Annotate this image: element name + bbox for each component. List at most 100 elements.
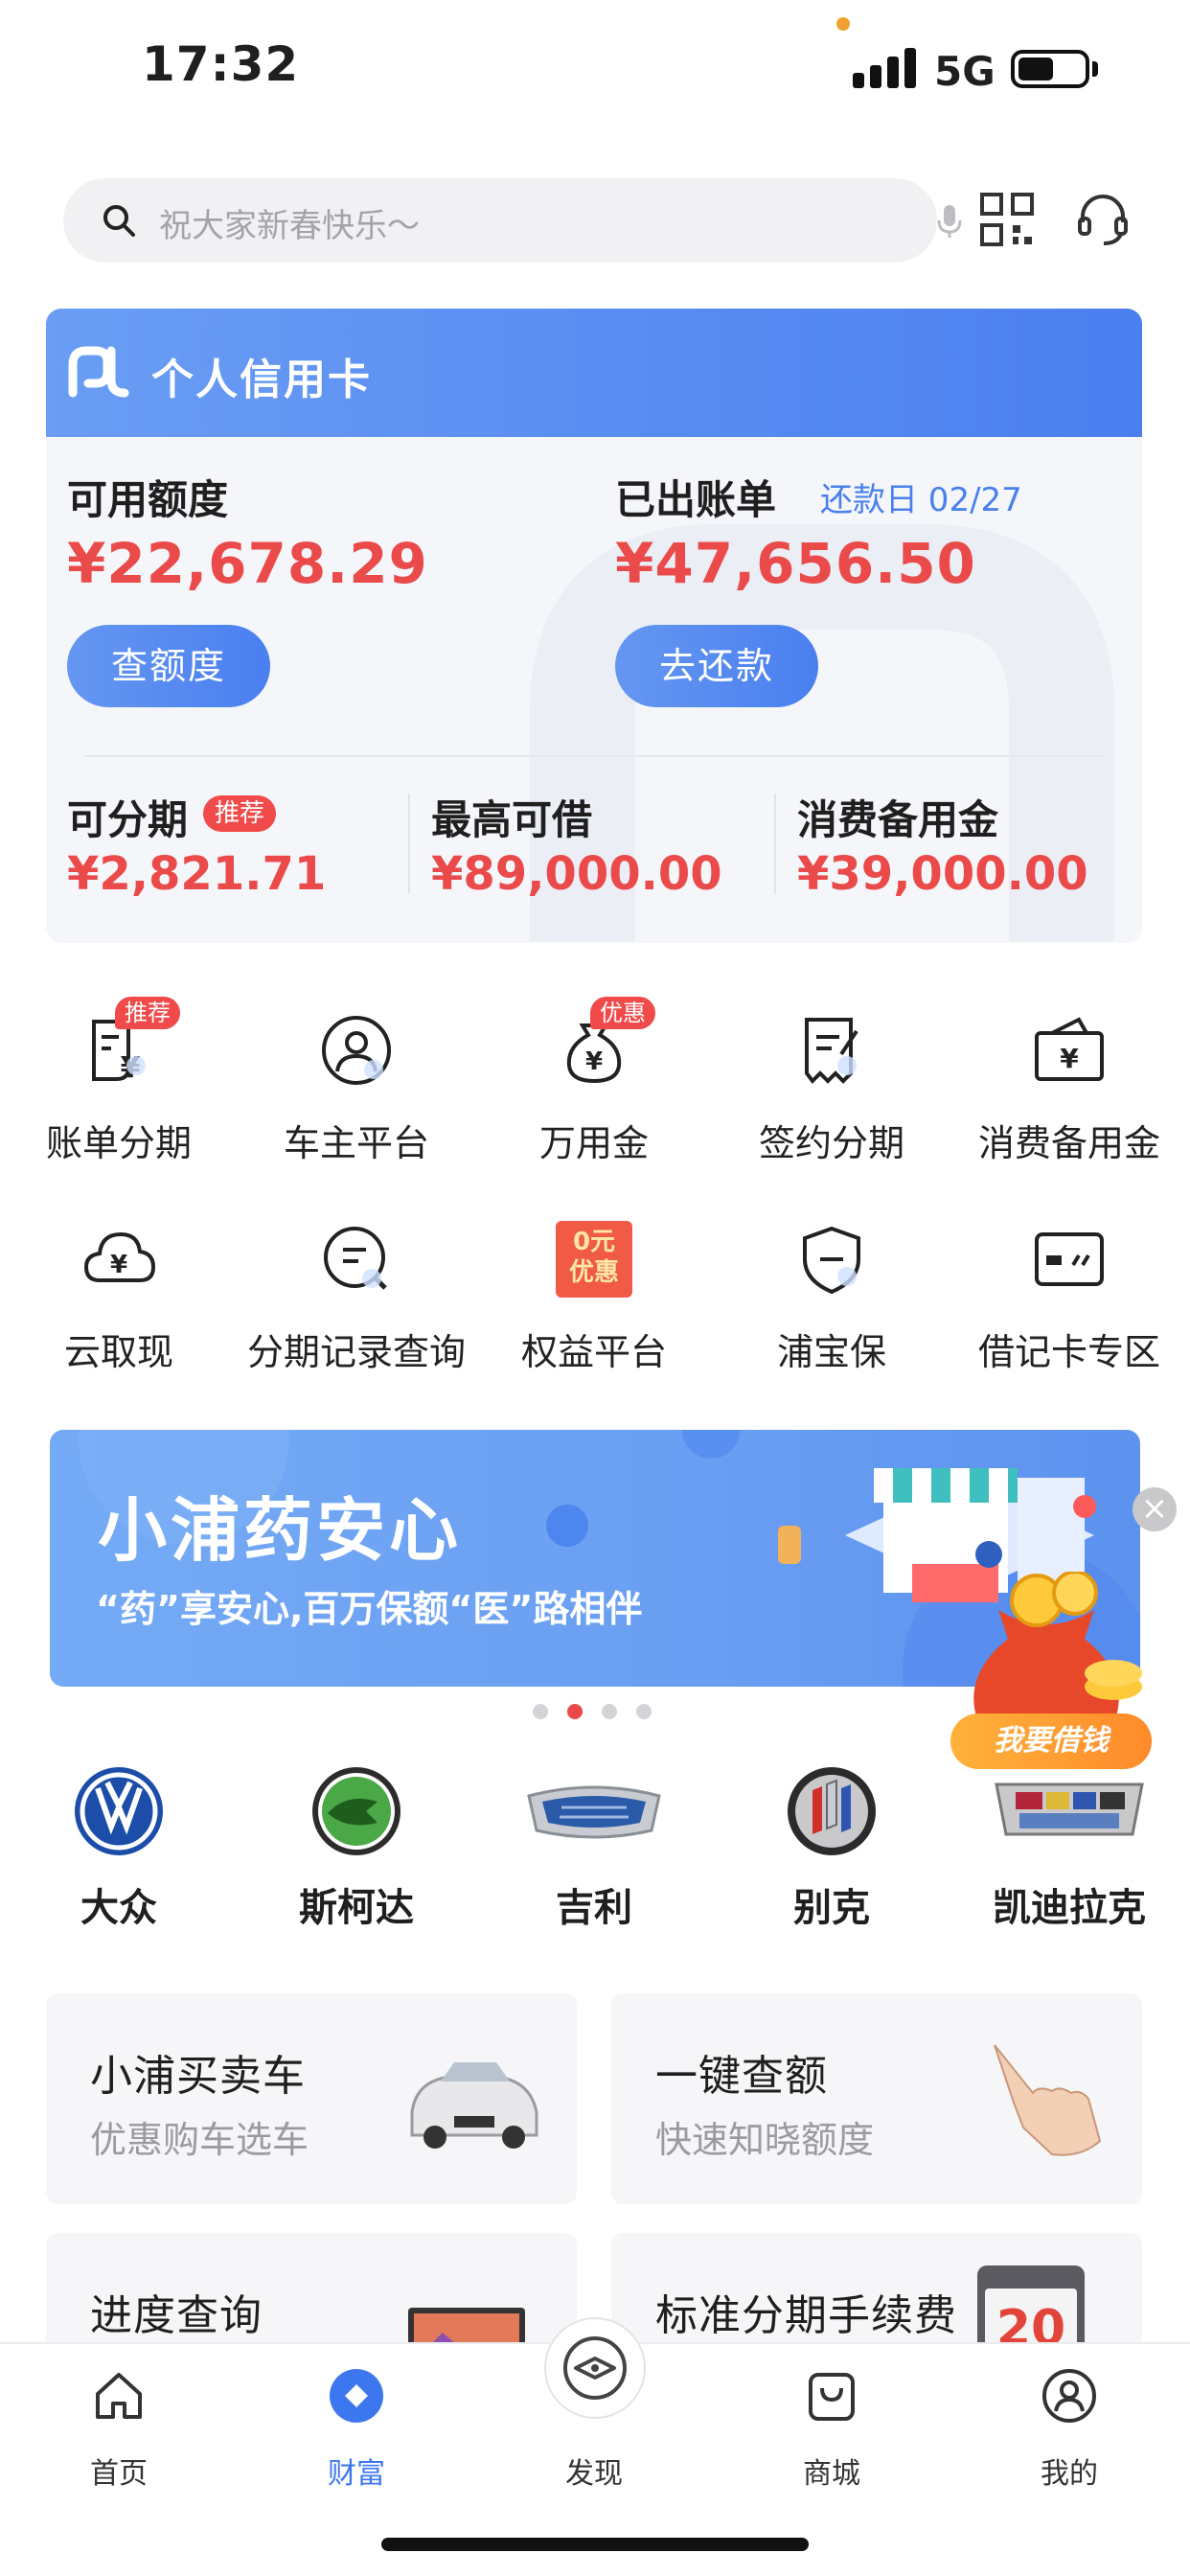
- card-title: 个人信用卡: [151, 356, 372, 404]
- pagination-dot[interactable]: [533, 1704, 548, 1719]
- recommend-badge: 推荐: [203, 795, 277, 832]
- spdb-logo-icon: [68, 346, 129, 398]
- home-icon: [96, 2373, 142, 2419]
- tab-home[interactable]: 首页: [0, 2367, 238, 2501]
- service-wanyongjin[interactable]: ¥ 优惠 万用金: [475, 997, 713, 1169]
- wallet-icon: ¥: [1035, 1017, 1104, 1081]
- hand-pointer-image: [994, 2044, 1102, 2156]
- contract-icon: [805, 1018, 858, 1085]
- banner-pagination: [533, 1704, 657, 1723]
- loan-entry-button[interactable]: 我要借钱: [950, 1714, 1152, 1769]
- tab-profile[interactable]: 我的: [950, 2367, 1188, 2501]
- card-header[interactable]: 个人信用卡: [46, 309, 1142, 437]
- reserve-fund-amount[interactable]: ¥39,000.00: [797, 847, 1088, 901]
- max-borrow-amount[interactable]: ¥89,000.00: [431, 847, 722, 901]
- banner-title: 小浦药安心: [98, 1490, 463, 1571]
- credit-card-panel: 个人信用卡 可用额度 ¥22,678.29 查额度 已出账单 还款日 02/27…: [46, 309, 1142, 943]
- bill-amount: ¥47,656.50: [615, 531, 976, 596]
- brand-skoda[interactable]: 斯柯达: [238, 1763, 475, 1930]
- service-label: 借记卡专区: [977, 1331, 1160, 1373]
- microphone-icon[interactable]: [935, 203, 964, 240]
- car-image: [410, 2062, 538, 2149]
- service-label: 浦宝保: [776, 1331, 886, 1373]
- profile-icon: [1042, 2369, 1096, 2423]
- service-label: 万用金: [538, 1122, 649, 1164]
- installment-label[interactable]: 可分期: [67, 788, 188, 846]
- column-divider: [774, 794, 776, 893]
- record-search-icon: [324, 1227, 387, 1290]
- service-contract-installment[interactable]: 签约分期: [713, 997, 950, 1169]
- banner-close-button[interactable]: ×: [1133, 1487, 1177, 1531]
- service-pubaobao[interactable]: 浦宝保: [713, 1206, 950, 1378]
- recommend-tag: 推荐: [115, 997, 180, 1029]
- service-label: 签约分期: [758, 1122, 904, 1164]
- discover-center-button[interactable]: [546, 2319, 644, 2417]
- discount-tag: 优惠: [590, 997, 655, 1029]
- service-bill-installment[interactable]: ¥ 推荐 账单分期: [0, 997, 238, 1169]
- banner-subtitle: “药”享安心,百万保额“医”路相伴: [96, 1588, 643, 1630]
- max-borrow-label[interactable]: 最高可借: [431, 788, 592, 846]
- svg-text:¥: ¥: [1060, 1043, 1079, 1074]
- pay-bill-button[interactable]: 去还款: [615, 625, 818, 707]
- brand-geely[interactable]: 吉利: [475, 1763, 713, 1930]
- coupon-icon-line: 0元: [572, 1228, 616, 1256]
- brand-buick[interactable]: 别克: [713, 1763, 950, 1930]
- brand-cadillac[interactable]: 凯迪拉克: [950, 1763, 1188, 1930]
- service-debit-card[interactable]: 借记卡专区: [950, 1206, 1188, 1378]
- available-credit-amount: ¥22,678.29: [67, 531, 428, 596]
- check-credit-button[interactable]: 查额度: [67, 625, 270, 707]
- reserve-fund-label[interactable]: 消费备用金: [797, 788, 998, 846]
- brand-name: 别克: [793, 1886, 870, 1930]
- discover-icon: [563, 2336, 627, 2400]
- service-reserve-fund[interactable]: ¥ 消费备用金: [950, 997, 1188, 1169]
- tab-wealth[interactable]: 财富: [238, 2367, 475, 2501]
- tile-title: 标准分期手续费: [655, 2291, 957, 2340]
- volkswagen-logo: [75, 1767, 163, 1855]
- pagination-dot[interactable]: [636, 1704, 652, 1719]
- pagination-dot[interactable]: [602, 1704, 617, 1719]
- coupon-icon-line: 优惠: [568, 1258, 619, 1287]
- search-placeholder: 祝大家新春快乐～: [159, 207, 420, 245]
- battery-cap: [1092, 61, 1098, 77]
- debit-card-icon: [1035, 1232, 1104, 1286]
- brand-name: 斯柯达: [299, 1886, 414, 1930]
- service-cloud-cash[interactable]: ¥ 云取现: [0, 1206, 238, 1378]
- search-icon: [103, 205, 135, 237]
- tab-label: 首页: [90, 2457, 148, 2491]
- shop-bag-icon: [809, 2373, 855, 2421]
- service-label: 云取现: [63, 1331, 173, 1373]
- skoda-logo: [312, 1767, 400, 1855]
- shield-icon: [803, 1226, 860, 1295]
- pagination-dot-active[interactable]: [567, 1704, 583, 1719]
- bill-label: 已出账单: [615, 476, 777, 523]
- customer-service-icon[interactable]: [1075, 192, 1131, 247]
- tile-title: 小浦买卖车: [90, 2052, 306, 2101]
- card-divider: [84, 755, 1104, 757]
- installment-amount[interactable]: ¥2,821.71: [67, 847, 326, 901]
- qr-scan-icon[interactable]: [979, 192, 1035, 247]
- cadillac-logo: [995, 1782, 1144, 1836]
- service-label: 消费备用金: [977, 1122, 1160, 1164]
- brand-name: 吉利: [556, 1886, 632, 1930]
- service-car-owner[interactable]: 车主平台: [238, 997, 475, 1169]
- status-bar: 17:32 5G: [0, 0, 1190, 144]
- service-grid: ¥ 推荐 账单分期 车主平台 ¥ 优惠 万用金 签约分期 ¥ 消费备用金 ¥ 云…: [0, 997, 1190, 1399]
- brand-volkswagen[interactable]: 大众: [0, 1763, 238, 1930]
- service-installment-record[interactable]: 分期记录查询: [238, 1206, 475, 1378]
- service-label: 分期记录查询: [246, 1331, 466, 1373]
- tile-subtitle: 优惠购车选车: [90, 2119, 309, 2161]
- tile-subtitle: 快速知晓额度: [655, 2119, 875, 2161]
- cloud-cash-icon: ¥: [83, 1231, 156, 1282]
- svg-text:¥: ¥: [110, 1251, 127, 1279]
- service-rights-platform[interactable]: 0元 优惠 权益平台: [475, 1206, 713, 1378]
- tile-car-trade[interactable]: 小浦买卖车 优惠购车选车: [46, 1993, 577, 2204]
- tab-label: 发现: [565, 2457, 623, 2491]
- battery-icon: [1011, 50, 1089, 88]
- search-bar[interactable]: 祝大家新春快乐～: [63, 178, 962, 263]
- service-label: 账单分期: [45, 1122, 192, 1164]
- privacy-indicator-dot: [836, 17, 850, 31]
- tile-quick-credit-check[interactable]: 一键查额 快速知晓额度: [611, 1993, 1142, 2204]
- buick-logo: [788, 1767, 876, 1855]
- tab-shop[interactable]: 商城: [713, 2367, 950, 2501]
- car-owner-icon: [322, 1016, 391, 1085]
